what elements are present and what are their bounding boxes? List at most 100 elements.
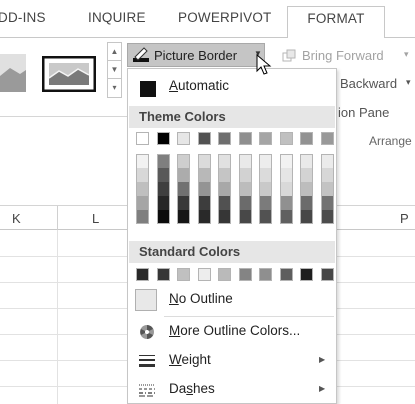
no-outline-swatch bbox=[135, 289, 157, 311]
theme-color-swatch[interactable] bbox=[279, 132, 293, 145]
theme-color-swatch[interactable] bbox=[238, 132, 252, 145]
theme-colors-label: Theme Colors bbox=[139, 109, 226, 124]
theme-color-swatch[interactable] bbox=[259, 132, 272, 145]
theme-shade-swatch[interactable] bbox=[238, 168, 252, 182]
theme-shade-swatch[interactable] bbox=[136, 154, 149, 168]
theme-shade-swatch[interactable] bbox=[156, 210, 170, 224]
standard-color-swatch[interactable] bbox=[136, 268, 149, 281]
theme-color-swatch[interactable] bbox=[218, 132, 231, 145]
dashes-item[interactable]: Dashes ▶ bbox=[129, 376, 335, 403]
theme-shade-swatch[interactable] bbox=[238, 196, 252, 210]
standard-color-swatch[interactable] bbox=[238, 268, 252, 281]
gallery-up-arrow-icon[interactable]: ▲ bbox=[108, 43, 121, 61]
tab-inquire[interactable]: INQUIRE bbox=[88, 10, 146, 25]
tab-powerpivot[interactable]: POWERPIVOT bbox=[178, 10, 272, 25]
picture-style-thumbnail[interactable] bbox=[0, 46, 28, 100]
style-gallery-scroll[interactable]: ▲ ▼ ▾ bbox=[107, 42, 122, 98]
theme-shade-swatch[interactable] bbox=[320, 210, 334, 224]
theme-shade-swatch[interactable] bbox=[259, 210, 272, 224]
standard-color-swatch[interactable] bbox=[320, 268, 334, 281]
theme-shade-swatch[interactable] bbox=[279, 168, 293, 182]
column-header-p[interactable]: P bbox=[400, 211, 409, 226]
theme-shade-swatch[interactable] bbox=[259, 168, 272, 182]
theme-shade-swatch[interactable] bbox=[320, 182, 334, 196]
theme-shade-swatch[interactable] bbox=[136, 196, 149, 210]
theme-shade-swatch[interactable] bbox=[136, 182, 149, 196]
theme-shade-swatch[interactable] bbox=[218, 182, 231, 196]
theme-color-swatch[interactable] bbox=[177, 132, 190, 145]
picture-border-button[interactable]: Picture Border ▼ bbox=[127, 43, 265, 67]
theme-shade-swatch[interactable] bbox=[279, 154, 293, 168]
theme-shade-swatch[interactable] bbox=[279, 210, 293, 224]
theme-shade-swatch[interactable] bbox=[156, 154, 170, 168]
theme-shade-swatch[interactable] bbox=[279, 182, 293, 196]
theme-shade-swatch[interactable] bbox=[300, 168, 313, 182]
theme-shade-swatch[interactable] bbox=[320, 196, 334, 210]
weight-submenu-arrow-icon: ▶ bbox=[319, 355, 326, 364]
theme-shade-swatch[interactable] bbox=[320, 154, 334, 168]
theme-shade-swatch[interactable] bbox=[197, 196, 211, 210]
no-outline-item[interactable]: No Outline bbox=[129, 286, 335, 313]
theme-shade-swatch[interactable] bbox=[197, 210, 211, 224]
standard-color-swatch[interactable] bbox=[259, 268, 272, 281]
theme-shade-swatch[interactable] bbox=[177, 154, 190, 168]
theme-shade-swatch[interactable] bbox=[259, 182, 272, 196]
selection-pane-button[interactable]: ion Pane bbox=[338, 105, 389, 120]
column-header-k[interactable]: K bbox=[12, 211, 21, 226]
mouse-pointer-icon bbox=[256, 54, 272, 75]
more-outline-colors-item[interactable]: More Outline Colors... bbox=[129, 318, 335, 345]
picture-style-framed-thumbnail[interactable] bbox=[42, 56, 96, 92]
theme-shade-swatch[interactable] bbox=[177, 182, 190, 196]
standard-color-swatch[interactable] bbox=[279, 268, 293, 281]
theme-shade-swatch[interactable] bbox=[218, 196, 231, 210]
ribbon-tab-bar: DD-INS INQUIRE POWERPIVOT FORMAT bbox=[0, 0, 415, 39]
arrange-group-label: Arrange bbox=[369, 134, 412, 148]
automatic-color-item[interactable]: Automatic bbox=[129, 73, 335, 100]
theme-shade-swatch[interactable] bbox=[218, 154, 231, 168]
theme-shade-swatch[interactable] bbox=[218, 210, 231, 224]
weight-item[interactable]: Weight ▶ bbox=[129, 347, 335, 374]
theme-color-swatch[interactable] bbox=[197, 132, 211, 145]
theme-shade-swatch[interactable] bbox=[238, 210, 252, 224]
theme-shade-swatch[interactable] bbox=[300, 182, 313, 196]
gallery-down-arrow-icon[interactable]: ▼ bbox=[108, 61, 121, 79]
theme-shade-swatch[interactable] bbox=[300, 196, 313, 210]
standard-colors-header: Standard Colors bbox=[129, 241, 335, 263]
theme-color-swatch[interactable] bbox=[320, 132, 334, 145]
theme-shade-swatch[interactable] bbox=[259, 196, 272, 210]
standard-color-swatch[interactable] bbox=[300, 268, 313, 281]
theme-shade-swatch[interactable] bbox=[238, 182, 252, 196]
theme-shade-swatch[interactable] bbox=[156, 182, 170, 196]
theme-shade-swatch[interactable] bbox=[136, 168, 149, 182]
theme-color-swatch[interactable] bbox=[156, 132, 170, 145]
theme-shade-swatch[interactable] bbox=[156, 196, 170, 210]
standard-color-swatch[interactable] bbox=[218, 268, 231, 281]
standard-color-swatch[interactable] bbox=[156, 268, 170, 281]
theme-color-swatch[interactable] bbox=[136, 132, 149, 145]
standard-color-swatch[interactable] bbox=[177, 268, 190, 281]
theme-shade-swatch[interactable] bbox=[197, 182, 211, 196]
theme-shade-swatch[interactable] bbox=[197, 154, 211, 168]
theme-color-swatch[interactable] bbox=[300, 132, 313, 145]
tab-add-ins[interactable]: DD-INS bbox=[0, 10, 46, 25]
theme-shade-swatch[interactable] bbox=[197, 168, 211, 182]
theme-shade-swatch[interactable] bbox=[136, 210, 149, 224]
standard-color-swatch[interactable] bbox=[197, 268, 211, 281]
theme-shade-swatch[interactable] bbox=[156, 168, 170, 182]
theme-shade-swatch[interactable] bbox=[218, 168, 231, 182]
theme-shade-swatch[interactable] bbox=[238, 154, 252, 168]
theme-shade-swatch[interactable] bbox=[177, 210, 190, 224]
send-backward-button[interactable]: Backward ▾ bbox=[340, 76, 411, 91]
weight-label: Weight bbox=[169, 352, 211, 367]
theme-shade-swatch[interactable] bbox=[279, 196, 293, 210]
theme-shade-swatch[interactable] bbox=[300, 154, 313, 168]
send-backward-label: Backward bbox=[340, 76, 398, 91]
theme-shade-swatch[interactable] bbox=[320, 168, 334, 182]
column-header-l[interactable]: L bbox=[92, 211, 99, 226]
tab-format[interactable]: FORMAT bbox=[287, 6, 385, 39]
theme-shade-swatch[interactable] bbox=[300, 210, 313, 224]
theme-shade-swatch[interactable] bbox=[177, 168, 190, 182]
gallery-more-icon[interactable]: ▾ bbox=[108, 79, 121, 97]
theme-shade-swatch[interactable] bbox=[177, 196, 190, 210]
theme-shade-swatch[interactable] bbox=[259, 154, 272, 168]
